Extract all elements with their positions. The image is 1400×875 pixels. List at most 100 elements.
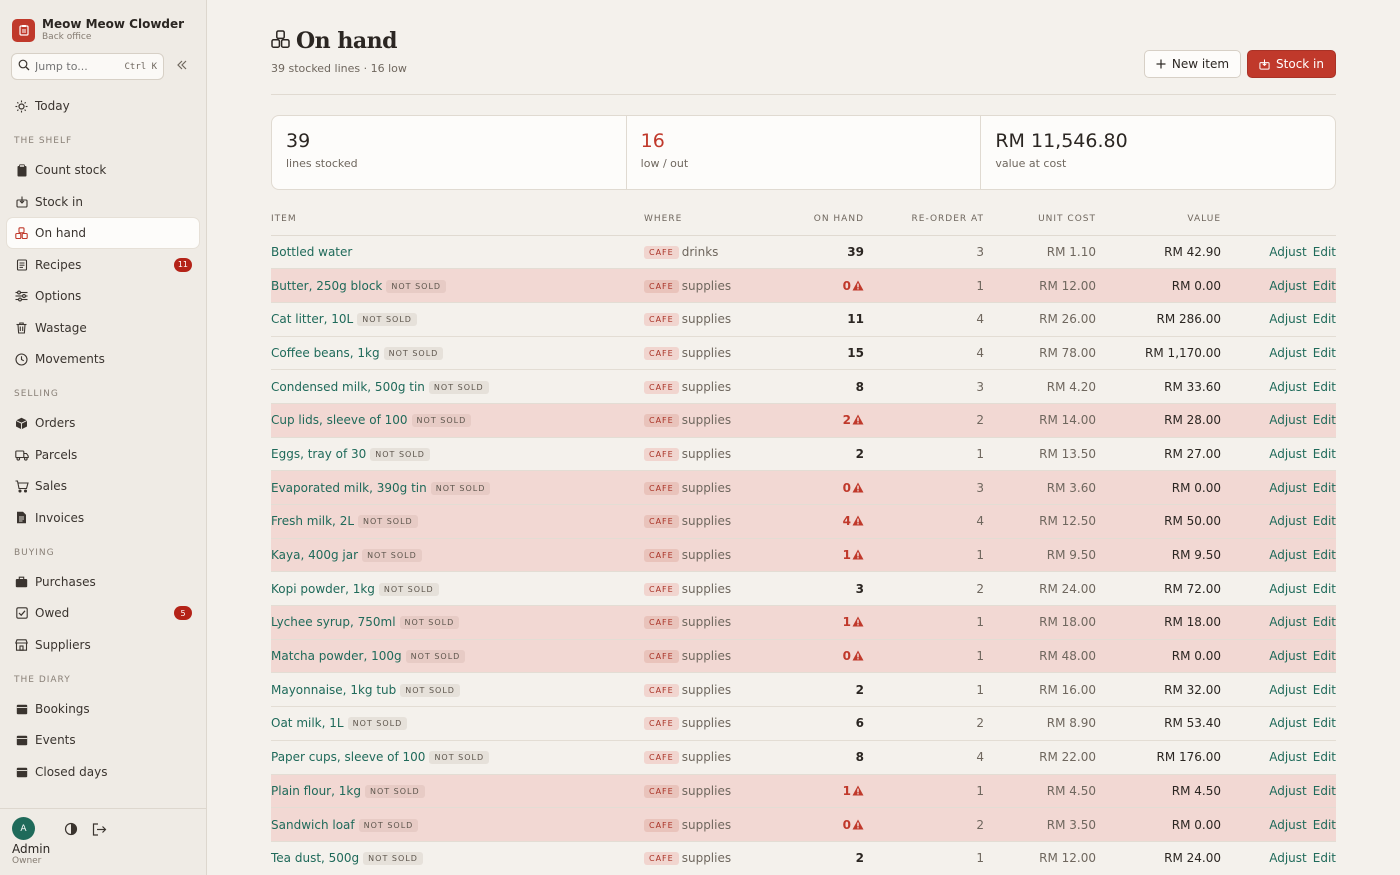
sidebar-item-stock-in[interactable]: Stock in (7, 187, 199, 217)
adjust-link[interactable]: Adjust (1269, 548, 1307, 562)
brand[interactable]: Meow Meow Clowder Back office (0, 0, 206, 46)
edit-link[interactable]: Edit (1313, 784, 1336, 798)
cell-actions: Adjust Edit (1221, 369, 1336, 404)
item-name-link[interactable]: Bottled water (271, 245, 352, 259)
edit-link[interactable]: Edit (1313, 548, 1336, 562)
column-header-where[interactable]: WHERE (644, 214, 799, 236)
edit-link[interactable]: Edit (1313, 346, 1336, 360)
edit-link[interactable]: Edit (1313, 851, 1336, 865)
adjust-link[interactable]: Adjust (1269, 380, 1307, 394)
column-header-on-hand[interactable]: ON HAND (799, 214, 864, 236)
item-name-link[interactable]: Cup lids, sleeve of 100 (271, 413, 408, 427)
sidebar-item-sales[interactable]: Sales (7, 471, 199, 501)
sidebar-item-owed[interactable]: Owed 5 (7, 598, 199, 628)
adjust-link[interactable]: Adjust (1269, 514, 1307, 528)
edit-link[interactable]: Edit (1313, 615, 1336, 629)
item-name-link[interactable]: Condensed milk, 500g tin (271, 380, 425, 394)
sidebar-item-orders[interactable]: Orders (7, 408, 199, 438)
sidebar-item-today[interactable]: Today (7, 91, 199, 121)
theme-toggle-icon[interactable] (64, 822, 78, 839)
item-name-link[interactable]: Tea dust, 500g (271, 851, 359, 865)
sidebar-item-movements[interactable]: Movements (7, 344, 199, 374)
edit-link[interactable]: Edit (1313, 750, 1336, 764)
sidebar-item-parcels[interactable]: Parcels (7, 440, 199, 470)
item-name-link[interactable]: Oat milk, 1L (271, 716, 344, 730)
adjust-link[interactable]: Adjust (1269, 615, 1307, 629)
edit-link[interactable]: Edit (1313, 312, 1336, 326)
edit-link[interactable]: Edit (1313, 716, 1336, 730)
sidebar-item-on-hand[interactable]: On hand (7, 218, 199, 248)
sidebar-item-events[interactable]: Events (7, 725, 199, 755)
stat-low-out: 16 low / out (627, 116, 982, 189)
adjust-link[interactable]: Adjust (1269, 851, 1307, 865)
stock-in-button[interactable]: Stock in (1247, 50, 1336, 78)
edit-link[interactable]: Edit (1313, 582, 1336, 596)
adjust-link[interactable]: Adjust (1269, 312, 1307, 326)
item-name-link[interactable]: Butter, 250g block (271, 279, 382, 293)
sidebar-item-bookings[interactable]: Bookings (7, 694, 199, 724)
adjust-link[interactable]: Adjust (1269, 447, 1307, 461)
item-name-link[interactable]: Fresh milk, 2L (271, 514, 354, 528)
item-name-link[interactable]: Paper cups, sleeve of 100 (271, 750, 425, 764)
category-label: supplies (681, 716, 732, 731)
edit-link[interactable]: Edit (1313, 683, 1336, 697)
adjust-link[interactable]: Adjust (1269, 716, 1307, 730)
sidebar-item-suppliers[interactable]: Suppliers (7, 630, 199, 660)
adjust-link[interactable]: Adjust (1269, 649, 1307, 663)
item-name-link[interactable]: Mayonnaise, 1kg tub (271, 683, 396, 697)
adjust-link[interactable]: Adjust (1269, 784, 1307, 798)
adjust-link[interactable]: Adjust (1269, 245, 1307, 259)
item-name-link[interactable]: Lychee syrup, 750ml (271, 615, 396, 629)
edit-link[interactable]: Edit (1313, 447, 1336, 461)
item-name-link[interactable]: Sandwich loaf (271, 818, 355, 832)
column-header-item[interactable]: ITEM (271, 214, 644, 236)
edit-link[interactable]: Edit (1313, 279, 1336, 293)
edit-link[interactable]: Edit (1313, 514, 1336, 528)
item-name-link[interactable]: Cat litter, 10L (271, 312, 353, 326)
sidebar-item-wastage[interactable]: Wastage (7, 313, 199, 343)
sidebar-item-purchases[interactable]: Purchases (7, 567, 199, 597)
item-name-link[interactable]: Coffee beans, 1kg (271, 346, 380, 360)
column-header-value[interactable]: VALUE (1096, 214, 1221, 236)
item-name-link[interactable]: Plain flour, 1kg (271, 784, 361, 798)
user-profile[interactable]: A Admin Owner (12, 817, 50, 866)
edit-link[interactable]: Edit (1313, 481, 1336, 495)
section-heading-shelf: THE SHELF (14, 136, 73, 146)
category-label: supplies (681, 817, 732, 832)
trash-icon (14, 320, 29, 335)
search-input[interactable] (35, 60, 115, 73)
collapse-sidebar-button[interactable] (174, 59, 190, 75)
cell-unit-cost: RM 9.50 (984, 538, 1096, 573)
sidebar-item-closed-days[interactable]: Closed days (7, 757, 199, 787)
sidebar-item-recipes[interactable]: Recipes 11 (7, 250, 199, 280)
new-item-button[interactable]: New item (1143, 50, 1242, 78)
edit-link[interactable]: Edit (1313, 245, 1336, 259)
sidebar-item-label: Bookings (35, 701, 90, 716)
adjust-link[interactable]: Adjust (1269, 413, 1307, 427)
sidebar-item-label: Closed days (35, 764, 108, 779)
adjust-link[interactable]: Adjust (1269, 750, 1307, 764)
adjust-link[interactable]: Adjust (1269, 346, 1307, 360)
adjust-link[interactable]: Adjust (1269, 279, 1307, 293)
item-name-link[interactable]: Kopi powder, 1kg (271, 582, 375, 596)
logout-icon[interactable] (92, 822, 107, 839)
column-header-reorder[interactable]: RE-ORDER AT (864, 214, 984, 236)
item-name-link[interactable]: Evaporated milk, 390g tin (271, 481, 427, 495)
adjust-link[interactable]: Adjust (1269, 481, 1307, 495)
jump-to-search[interactable]: Ctrl K (11, 53, 164, 80)
sidebar-item-count-stock[interactable]: Count stock (7, 155, 199, 185)
item-name-link[interactable]: Kaya, 400g jar (271, 548, 358, 562)
edit-link[interactable]: Edit (1313, 649, 1336, 663)
item-name-link[interactable]: Eggs, tray of 30 (271, 447, 366, 461)
sidebar-item-options[interactable]: Options (7, 281, 199, 311)
adjust-link[interactable]: Adjust (1269, 683, 1307, 697)
edit-link[interactable]: Edit (1313, 380, 1336, 394)
adjust-link[interactable]: Adjust (1269, 818, 1307, 832)
adjust-link[interactable]: Adjust (1269, 582, 1307, 596)
edit-link[interactable]: Edit (1313, 818, 1336, 832)
sidebar-item-invoices[interactable]: Invoices (7, 503, 199, 533)
edit-link[interactable]: Edit (1313, 413, 1336, 427)
item-name-link[interactable]: Matcha powder, 100g (271, 649, 402, 663)
column-header-unit-cost[interactable]: UNIT COST (984, 214, 1096, 236)
cell-where: CAFE supplies (644, 504, 799, 539)
